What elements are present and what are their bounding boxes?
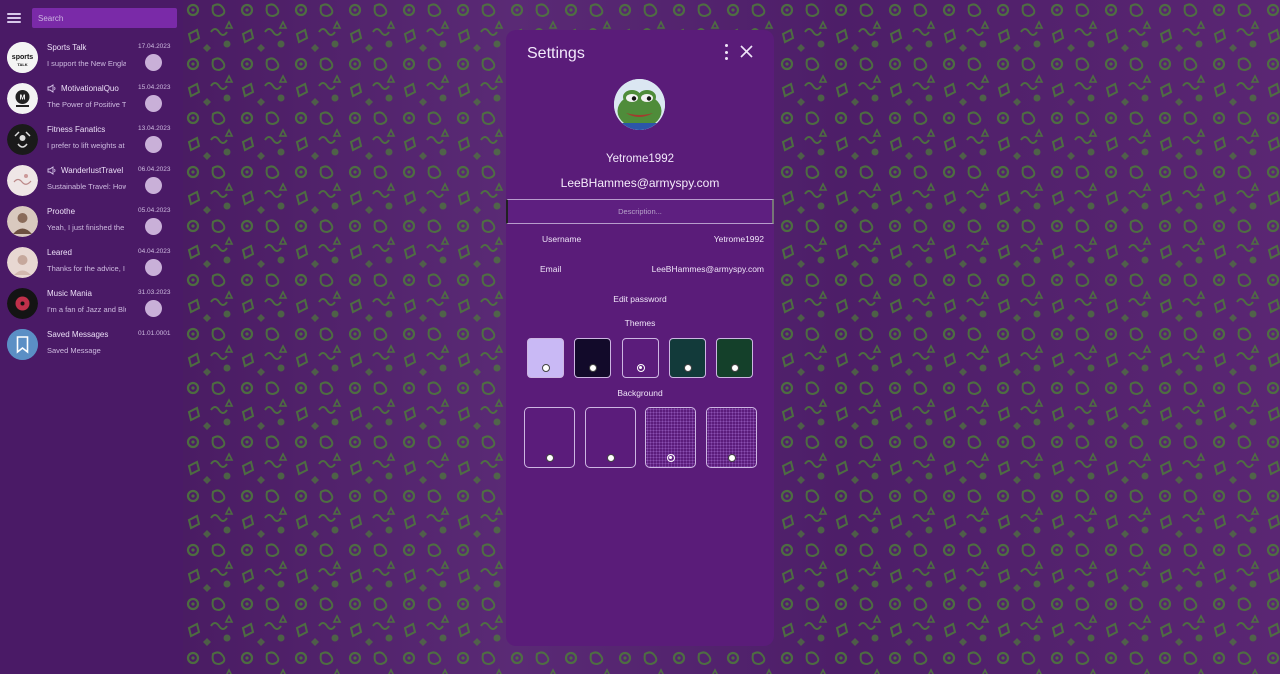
theme-radio bbox=[588, 364, 597, 372]
chat-name: Music Mania bbox=[47, 289, 92, 298]
theme-swatch-midnight[interactable] bbox=[574, 338, 611, 378]
search-input[interactable] bbox=[32, 8, 177, 28]
user-photo-icon bbox=[7, 206, 38, 237]
chat-preview: Yeah, I just finished the book bbox=[47, 223, 126, 232]
chat-date: 15.04.2023 bbox=[138, 84, 171, 91]
chat-preview: Thanks for the advice, I will bbox=[47, 264, 126, 273]
background-option-dotted-1[interactable] bbox=[645, 407, 696, 468]
user-photo-icon bbox=[7, 247, 38, 278]
music-logo-icon bbox=[7, 288, 38, 319]
unread-badge bbox=[145, 177, 162, 194]
theme-radio bbox=[683, 364, 692, 372]
chat-name: Fitness Fanatics bbox=[47, 125, 106, 134]
background-radio bbox=[727, 454, 736, 462]
chat-date: 05.04.2023 bbox=[138, 207, 171, 214]
chat-date: 13.04.2023 bbox=[138, 125, 171, 132]
theme-radio-selected bbox=[636, 364, 645, 372]
chat-date: 06.04.2023 bbox=[138, 166, 171, 173]
hamburger-menu-icon[interactable] bbox=[7, 13, 21, 23]
sidebar: sportsTALK Sports Talk I support the New… bbox=[0, 0, 183, 674]
chat-item-wanderlust[interactable]: WanderlustTravel Sustainable Travel: How… bbox=[0, 161, 183, 202]
chat-item-music-mania[interactable]: Music Mania I'm a fan of Jazz and Blues … bbox=[0, 284, 183, 325]
chat-name: MotivationalQuo bbox=[61, 84, 119, 93]
email-value[interactable]: LeeBHammes@armyspy.com bbox=[650, 264, 764, 274]
chat-preview: Saved Message bbox=[47, 346, 101, 355]
unread-badge bbox=[145, 95, 162, 112]
fitness-logo-icon bbox=[7, 124, 38, 155]
background-option-plain-2[interactable] bbox=[585, 407, 636, 468]
edit-password-link[interactable]: Edit password bbox=[506, 294, 774, 304]
unread-badge bbox=[145, 136, 162, 153]
unread-badge bbox=[145, 54, 162, 71]
chat-item-leared[interactable]: Leared Thanks for the advice, I will 04.… bbox=[0, 243, 183, 284]
chat-name: Saved Messages bbox=[47, 330, 109, 339]
background-title: Background bbox=[617, 388, 663, 398]
chat-preview: The Power of Positive Thinking bbox=[47, 100, 126, 109]
theme-swatch-green[interactable] bbox=[716, 338, 753, 378]
chat-date: 31.03.2023 bbox=[138, 289, 171, 296]
chat-item-sports-talk[interactable]: sports TALK Sports Talk I support the New… bbox=[0, 38, 183, 79]
chat-preview: I'm a fan of Jazz and Blues bbox=[47, 305, 126, 314]
unread-badge bbox=[145, 259, 162, 276]
profile-email: LeeBHammes@armyspy.com bbox=[560, 176, 720, 190]
muted-speaker-icon bbox=[47, 84, 57, 93]
chat-name-row: WanderlustTravel bbox=[47, 166, 123, 175]
username-label: Username bbox=[542, 234, 582, 244]
sidebar-topbar bbox=[0, 0, 183, 36]
theme-radio bbox=[541, 364, 550, 372]
chat-name: Sports Talk bbox=[47, 43, 87, 52]
background-radio-selected bbox=[666, 454, 675, 462]
chat-item-motivational[interactable]: M MotivationalQuo The Power of Positive … bbox=[0, 79, 183, 120]
chat-item-proothe[interactable]: Proothe Yeah, I just finished the book 0… bbox=[0, 202, 183, 243]
background-option-dotted-2[interactable] bbox=[706, 407, 757, 468]
email-label: Email bbox=[540, 264, 562, 274]
chat-date: 17.04.2023 bbox=[138, 43, 171, 50]
chat-name: WanderlustTravel bbox=[61, 166, 124, 175]
description-input[interactable] bbox=[506, 199, 774, 224]
chat-item-fitness[interactable]: Fitness Fanatics I prefer to lift weight… bbox=[0, 120, 183, 161]
chat-date: 04.04.2023 bbox=[138, 248, 171, 255]
wanderlust-logo-icon bbox=[7, 165, 38, 196]
chat-preview: I prefer to lift weights at home bbox=[47, 141, 126, 150]
muted-speaker-icon bbox=[47, 166, 57, 175]
background-radio bbox=[545, 454, 554, 462]
close-icon[interactable] bbox=[739, 44, 754, 59]
svg-text:TALK: TALK bbox=[17, 62, 27, 67]
chat-item-saved-messages[interactable]: Saved Messages Saved Message 01.01.0001 bbox=[0, 325, 183, 366]
username-value[interactable]: Yetrome1992 bbox=[646, 234, 764, 244]
unread-badge bbox=[145, 218, 162, 235]
chat-name: Proothe bbox=[47, 207, 76, 216]
chat-preview: Sustainable Travel: How to bbox=[47, 182, 126, 191]
svg-text:M: M bbox=[20, 95, 26, 102]
themes-title: Themes bbox=[624, 318, 656, 328]
chat-preview: I support the New England Patriots bbox=[47, 59, 126, 68]
theme-swatch-teal[interactable] bbox=[669, 338, 706, 378]
sports-talk-logo-icon: sports TALK bbox=[7, 42, 38, 73]
more-options-icon[interactable] bbox=[722, 44, 730, 60]
settings-panel: Settings Yetrome1992 LeeBHammes@armyspy.… bbox=[506, 30, 774, 646]
background-option-plain-1[interactable] bbox=[524, 407, 575, 468]
unread-badge bbox=[145, 300, 162, 317]
chat-date: 01.01.0001 bbox=[138, 330, 171, 337]
chat-name: Leared bbox=[47, 248, 72, 257]
theme-swatch-purple[interactable] bbox=[622, 338, 659, 378]
background-radio bbox=[606, 454, 615, 462]
frog-avatar-icon[interactable] bbox=[614, 79, 665, 130]
motivational-logo-icon: M bbox=[7, 83, 38, 114]
chat-name-row: MotivationalQuo bbox=[47, 84, 119, 93]
profile-username: Yetrome1992 bbox=[606, 153, 674, 165]
bookmark-icon bbox=[7, 329, 38, 360]
theme-swatch-lavender[interactable] bbox=[527, 338, 564, 378]
svg-text:sports: sports bbox=[12, 54, 34, 61]
settings-title: Settings bbox=[527, 45, 585, 62]
theme-radio bbox=[730, 364, 739, 372]
